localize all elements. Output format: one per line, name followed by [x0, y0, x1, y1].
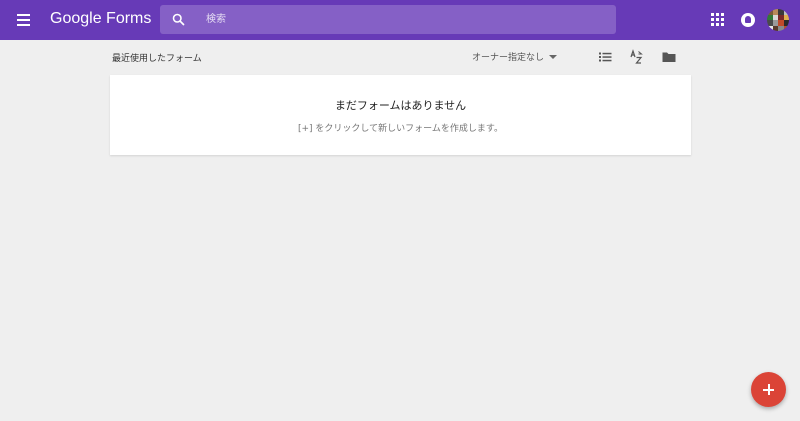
app-title[interactable]: Google Forms — [50, 9, 151, 29]
apps-grid-icon[interactable] — [711, 13, 724, 26]
empty-state-card: まだフォームはありません [+] をクリックして新しいフォームを作成します。 — [110, 75, 691, 155]
list-view-icon[interactable] — [597, 49, 613, 65]
notifications-icon[interactable] — [741, 13, 755, 27]
section-title: 最近使用したフォーム — [112, 54, 202, 64]
owner-filter-label: オーナー指定なし — [472, 53, 545, 63]
owner-filter-dropdown[interactable]: オーナー指定なし — [472, 50, 558, 63]
empty-state-subtitle: [+] をクリックして新しいフォームを作成します。 — [298, 124, 503, 134]
empty-state-title: まだフォームはありません — [334, 99, 467, 112]
create-form-button[interactable] — [751, 372, 786, 407]
hamburger-menu-icon[interactable] — [12, 9, 34, 31]
folder-icon[interactable] — [661, 49, 677, 65]
caret-down-icon — [549, 54, 558, 59]
top-app-bar: Google Forms — [0, 0, 800, 40]
avatar[interactable] — [767, 9, 789, 31]
search-input[interactable] — [204, 9, 604, 30]
search-icon[interactable] — [171, 12, 186, 27]
search-box[interactable] — [160, 5, 616, 34]
sort-az-icon[interactable] — [628, 49, 644, 65]
